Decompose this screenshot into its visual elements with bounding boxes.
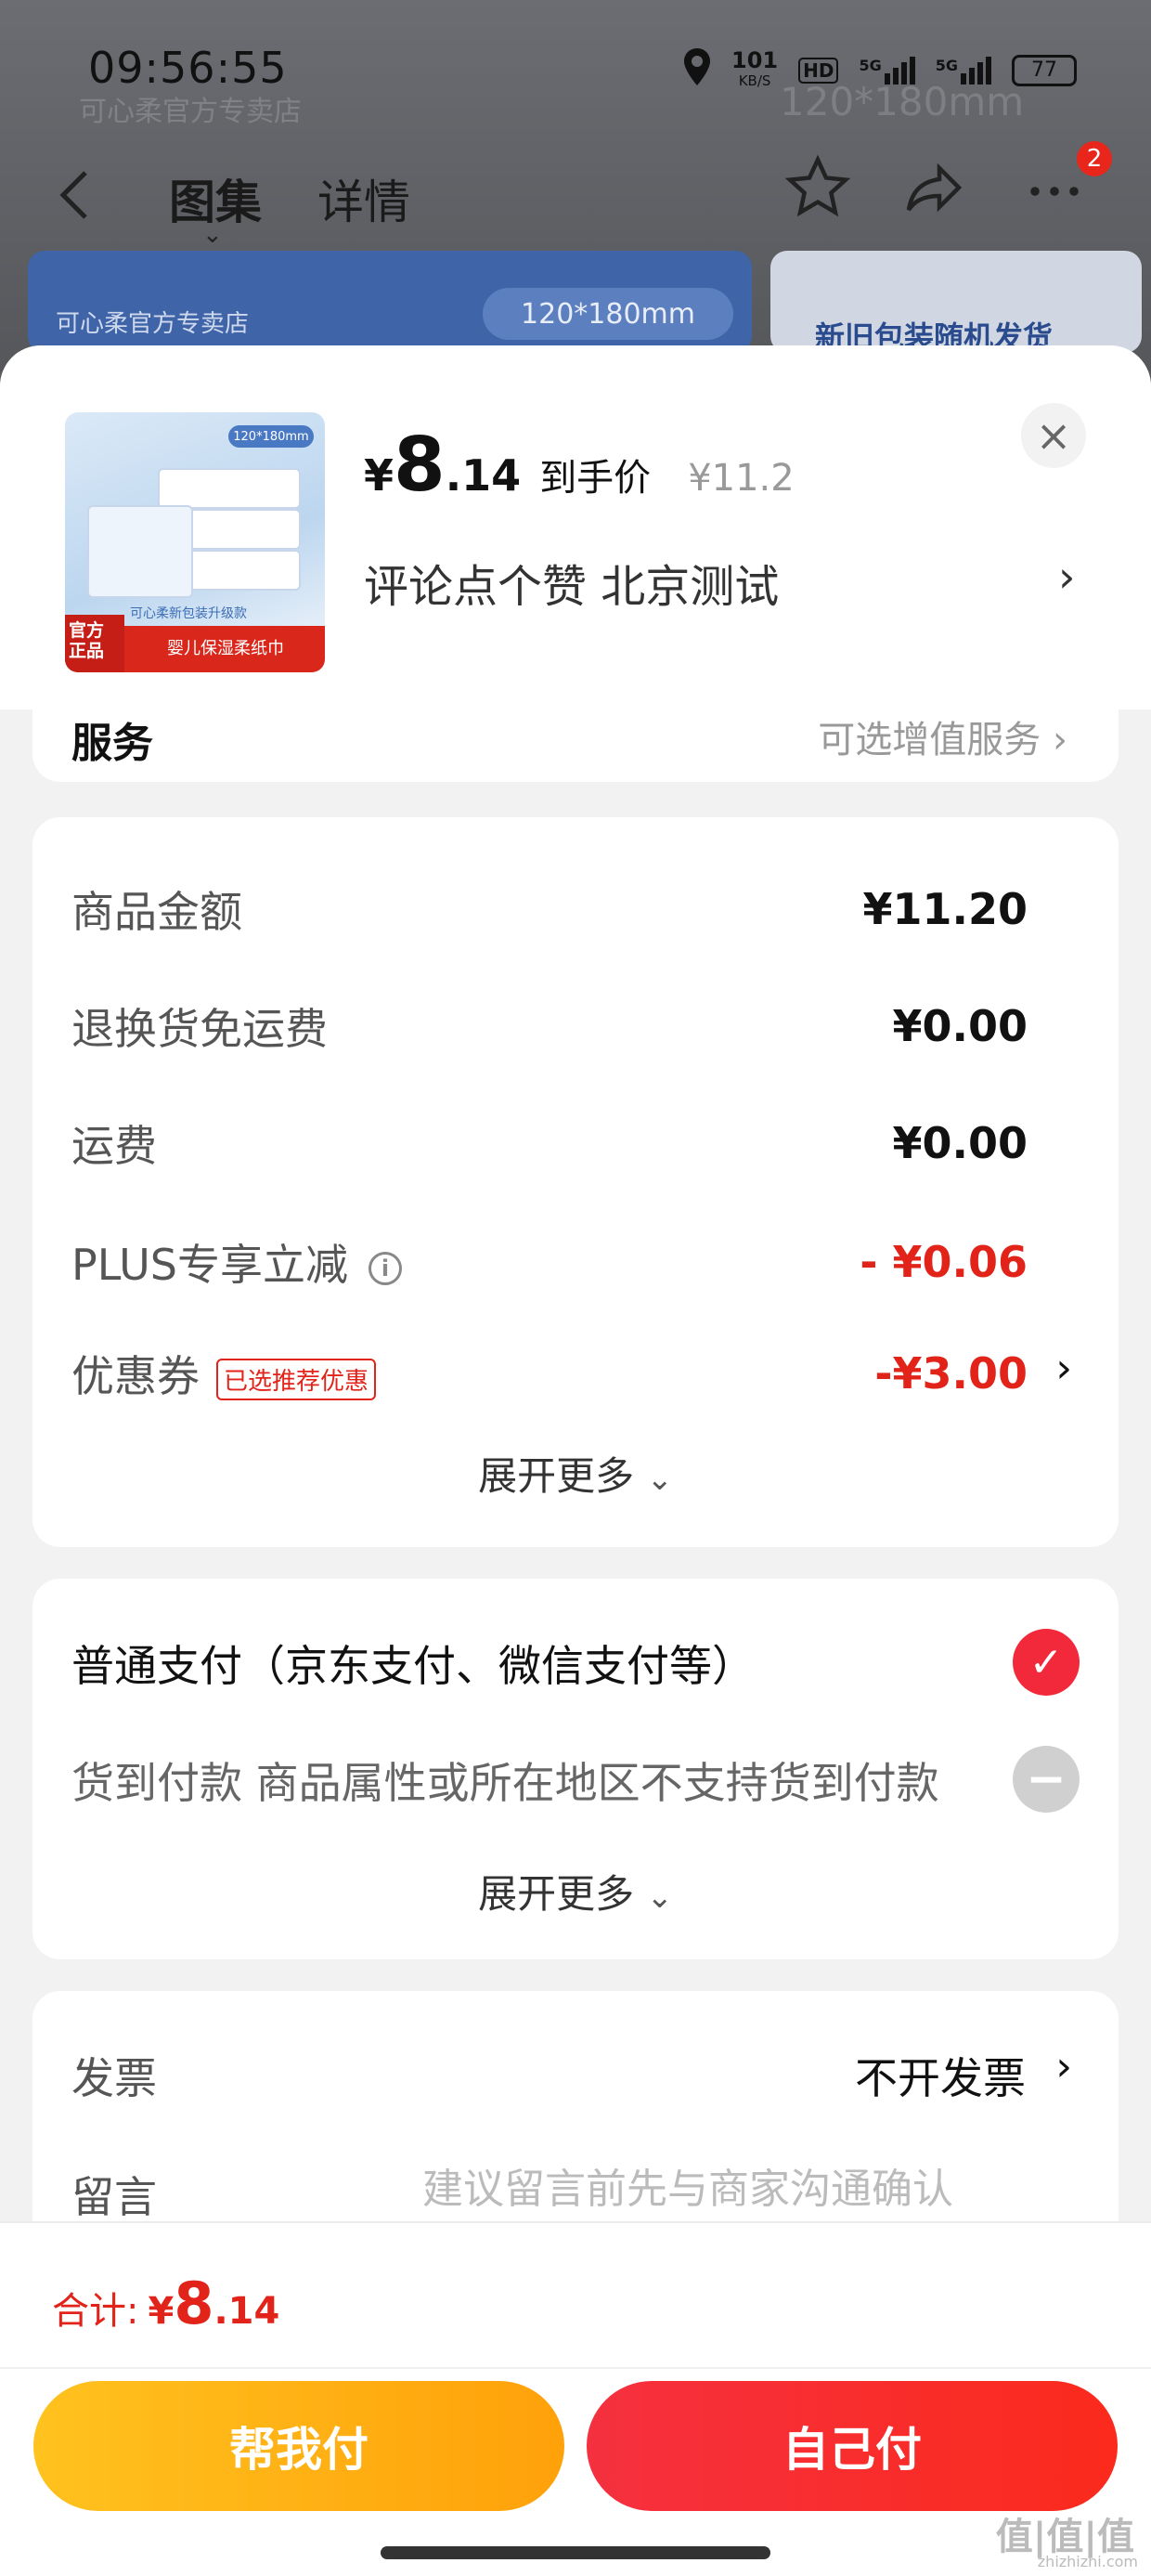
expand-more-label: 展开更多 — [478, 1453, 635, 1499]
row-coupon-label: 优惠券 — [71, 1351, 200, 1401]
gallery-image-2: 新旧包装随机发货 — [770, 251, 1142, 355]
battery-level: 77 — [1031, 59, 1057, 82]
payment-expand-more-button[interactable]: 展开更多 ⌄ — [32, 1863, 1119, 1919]
invoice-value[interactable]: 不开发票 — [855, 2045, 1026, 2106]
info-icon[interactable]: i — [368, 1251, 402, 1285]
total-label: 合计: — [52, 2290, 139, 2333]
row-plus-discount: PLUS专享立减 i — [71, 1231, 402, 1293]
thumb-package — [158, 468, 301, 509]
total-integer: 8 — [174, 2270, 214, 2337]
tab-detail[interactable]: 详情 — [317, 165, 410, 232]
price-decimal: .14 — [445, 450, 522, 501]
product-thumbnail[interactable]: 120*180mm 可心柔新包装升级款 官方正品 婴儿保湿柔纸巾 — [65, 412, 325, 672]
payment-option-normal[interactable]: 普通支付（京东支付、微信支付等） — [71, 1633, 755, 1694]
back-icon[interactable] — [56, 167, 93, 237]
chevron-right-icon[interactable]: › — [1055, 1345, 1072, 1392]
signal-5g-label: 5G — [859, 56, 882, 74]
close-icon: × — [1035, 410, 1072, 461]
signal-5g-label-2: 5G — [935, 56, 958, 74]
thumb-size-label: 120*180mm — [228, 425, 314, 448]
signal-icon-2: 5G — [935, 56, 991, 85]
close-button[interactable]: × — [1021, 403, 1086, 468]
gallery-store-name: 可心柔官方专卖店 — [56, 310, 250, 338]
status-bar: 09:56:55 101 KB/S HD 5G 5G 77 — [0, 0, 1151, 139]
invoice-label: 发票 — [71, 2053, 157, 2103]
network-speed: 101 KB/S — [731, 46, 779, 91]
share-icon[interactable] — [900, 154, 967, 237]
battery-icon: 77 — [1012, 54, 1077, 86]
sheet-header: 120*180mm 可心柔新包装升级款 官方正品 婴儿保湿柔纸巾 ¥ 8 .14… — [0, 345, 1151, 709]
payment-option-cod: 货到付款 商品属性或所在地区不支持货到付款 — [71, 1758, 939, 1808]
original-price: ¥11.2 — [688, 457, 795, 500]
row-freight-label: 运费 — [71, 1121, 157, 1171]
payment-expand-more-label: 展开更多 — [478, 1871, 635, 1917]
status-time: 09:56:55 — [88, 43, 288, 93]
thumb-official-tag: 官方正品 — [65, 615, 124, 672]
network-speed-unit: KB/S — [738, 72, 771, 89]
service-value-text: 可选增值服务 — [818, 719, 1041, 761]
price-label: 到手价 — [539, 457, 652, 500]
pay-myself-button[interactable]: 自己付 — [587, 2381, 1118, 2511]
row-return-freight-value: ¥0.00 — [892, 1001, 1028, 1051]
row-freight-value: ¥0.00 — [892, 1118, 1028, 1168]
row-coupon[interactable]: 优惠券 已选推荐优惠 — [71, 1343, 377, 1404]
location-icon — [683, 48, 711, 92]
chevron-down-icon: ⌄ — [646, 1879, 673, 1916]
row-plus-discount-value: - ¥0.06 — [860, 1237, 1028, 1287]
payment-card: 普通支付（京东支付、微信支付等） ✓ 货到付款 商品属性或所在地区不支持货到付款… — [32, 1579, 1119, 1959]
thumb-upgrade-text: 可心柔新包装升级款 — [130, 606, 247, 621]
help-me-pay-button[interactable]: 帮我付 — [33, 2381, 564, 2511]
total-amount: 合计: ¥ 8 .14 — [52, 2270, 279, 2337]
row-plus-discount-label: PLUS专享立减 — [71, 1240, 348, 1290]
chevron-down-icon: ⌄ — [646, 1461, 673, 1498]
divider — [0, 2367, 1151, 2369]
network-speed-value: 101 — [731, 46, 779, 73]
disabled-minus-icon: − — [1013, 1746, 1080, 1813]
price-integer: 8 — [394, 422, 446, 508]
coupon-recommended-tag: 已选推荐优惠 — [216, 1359, 377, 1400]
price-breakdown-card: 商品金额 ¥11.20 退换货免运费 ¥0.00 运费 ¥0.00 PLUS专享… — [32, 817, 1119, 1547]
checkmark-icon[interactable]: ✓ — [1013, 1629, 1080, 1696]
gallery-image-1: 可心柔官方专卖店 120*180mm — [28, 251, 752, 353]
status-icons: 101 KB/S HD 5G 5G 77 — [683, 48, 1077, 92]
row-goods-amount-value: ¥11.20 — [862, 884, 1028, 934]
thumb-package-front — [87, 505, 193, 598]
row-goods-amount-label: 商品金额 — [71, 887, 242, 937]
note-input[interactable] — [422, 2166, 1072, 2213]
product-spec[interactable]: 评论点个赞 北京测试 — [364, 550, 779, 615]
total-decimal: .14 — [213, 2290, 280, 2333]
star-icon[interactable] — [784, 154, 851, 237]
home-indicator[interactable] — [381, 2546, 770, 2559]
more-icon[interactable] — [1021, 158, 1088, 241]
notification-badge: 2 — [1077, 141, 1112, 176]
chevron-right-icon[interactable]: › — [1058, 552, 1075, 602]
row-return-freight-label: 退换货免运费 — [71, 1004, 328, 1054]
row-coupon-value[interactable]: -¥3.00 — [874, 1348, 1028, 1399]
hd-badge: HD — [798, 57, 839, 84]
thumb-tag-text: 婴儿保湿柔纸巾 — [167, 639, 284, 658]
bottom-action-bar: 合计: ¥ 8 .14 帮我付 自己付 值|值|值 zhizhizhi.com — [0, 2221, 1151, 2576]
service-value: 可选增值服务 › — [818, 719, 1067, 761]
signal-icon: 5G — [859, 56, 915, 85]
price-line: ¥ 8 .14 到手价 ¥11.2 — [364, 422, 795, 508]
nav-bar: 图集 ⌄ 详情 — [0, 149, 1151, 249]
watermark-url: zhizhizhi.com — [1037, 2553, 1138, 2570]
service-label: 服务 — [71, 720, 153, 767]
note-label: 留言 — [71, 2172, 157, 2222]
tab-indicator-icon: ⌄ — [202, 221, 223, 249]
gallery-size-pill: 120*180mm — [483, 288, 733, 340]
expand-more-button[interactable]: 展开更多 ⌄ — [32, 1445, 1119, 1502]
total-currency: ¥ — [148, 2290, 175, 2333]
chevron-right-icon[interactable]: › — [1055, 2043, 1072, 2090]
price-currency: ¥ — [364, 450, 394, 501]
